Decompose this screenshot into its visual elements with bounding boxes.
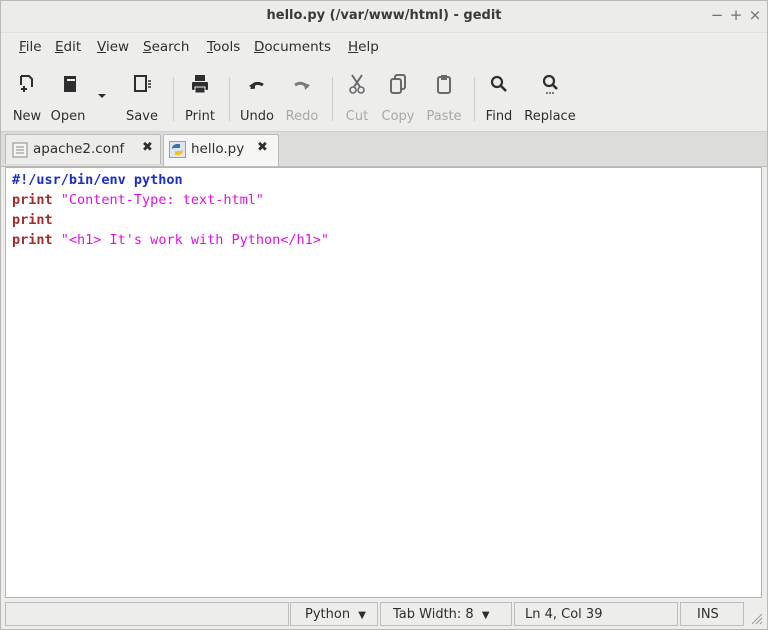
copy-button[interactable]: Copy <box>378 67 418 125</box>
menu-file-mnemonic: F <box>19 39 26 55</box>
menu-search[interactable]: Search <box>143 39 189 55</box>
code-content: #!/usr/bin/env python print "Content-Type… <box>12 170 329 250</box>
tab-hello-py[interactable]: hello.py ✖ <box>163 134 279 166</box>
text-editor[interactable]: #!/usr/bin/env python print "Content-Type… <box>5 167 762 598</box>
shebang: #!/usr/bin/env python <box>12 172 183 188</box>
menu-tools[interactable]: Tools <box>207 39 240 55</box>
language-selector[interactable]: Python ▼ <box>290 602 378 626</box>
menu-documents-label: ocuments <box>264 39 331 55</box>
paste-icon <box>422 73 466 97</box>
close-window-icon[interactable]: × <box>747 6 763 24</box>
replace-label: Replace <box>524 109 576 124</box>
tab-label: hello.py <box>191 141 245 157</box>
save-button[interactable]: Save <box>121 67 163 125</box>
close-tab-icon[interactable]: ✖ <box>257 140 268 155</box>
menu-help-mnemonic: H <box>348 39 359 55</box>
redo-icon <box>281 73 323 97</box>
text-file-icon <box>12 142 28 162</box>
printer-icon <box>179 73 221 97</box>
toolbar-separator <box>173 77 174 121</box>
menu-file[interactable]: File <box>19 39 42 55</box>
undo-label: Undo <box>240 109 274 124</box>
print-button[interactable]: Print <box>179 67 221 125</box>
menu-view[interactable]: View <box>97 39 129 55</box>
tab-apache2-conf[interactable]: apache2.conf ✖ <box>5 134 161 164</box>
toolbar-separator <box>332 77 333 121</box>
keyword: print <box>12 212 53 228</box>
redo-button[interactable]: Redo <box>281 67 323 125</box>
menu-file-label: ile <box>25 39 42 55</box>
string-literal: "<h1> It's work with Python</h1>" <box>60 232 329 248</box>
menu-view-label: iew <box>105 39 130 55</box>
find-label: Find <box>485 109 513 124</box>
paste-label: Paste <box>426 109 462 124</box>
open-label: Open <box>50 109 86 124</box>
menu-help[interactable]: Help <box>348 39 379 55</box>
insert-mode[interactable]: INS <box>680 602 744 626</box>
paste-button[interactable]: Paste <box>422 67 466 125</box>
copy-label: Copy <box>381 109 415 124</box>
keyword: print <box>12 192 53 208</box>
tab-width-label: Tab Width: 8 <box>393 607 474 622</box>
menu-documents[interactable]: Documents <box>254 39 331 55</box>
open-button[interactable]: Open <box>49 67 95 125</box>
tab-label: apache2.conf <box>33 141 125 157</box>
code-line-4: print "<h1> It's work with Python</h1>" <box>12 230 329 250</box>
python-file-icon <box>169 141 186 162</box>
find-replace-icon <box>521 73 579 97</box>
menu-view-mnemonic: V <box>97 39 106 55</box>
open-folder-icon <box>45 73 95 97</box>
open-recent-dropdown[interactable] <box>95 67 109 125</box>
maximize-icon[interactable]: + <box>728 6 744 24</box>
menu-bar: File Edit View Search Tools Documents He… <box>1 33 767 61</box>
toolbar: New Open Save Print Undo Redo Cut Copy P… <box>1 63 767 132</box>
window-title: hello.py (/var/www/html) - gedit <box>266 8 502 23</box>
menu-documents-mnemonic: D <box>254 39 265 55</box>
chevron-down-icon: ▼ <box>358 610 366 621</box>
menu-help-label: elp <box>358 39 379 55</box>
cut-label: Cut <box>345 109 369 124</box>
undo-button[interactable]: Undo <box>235 67 279 125</box>
redo-label: Redo <box>285 109 319 124</box>
code-line-1: #!/usr/bin/env python <box>12 170 329 190</box>
menu-search-label: earch <box>151 39 190 55</box>
document-tabs: apache2.conf ✖ hello.py ✖ <box>1 132 767 167</box>
cursor-position: Ln 4, Col 39 <box>514 602 678 626</box>
gedit-window: hello.py (/var/www/html) - gedit − + × F… <box>0 0 768 630</box>
menu-search-mnemonic: S <box>143 39 152 55</box>
code-line-3: print <box>12 210 329 230</box>
menu-edit-label: dit <box>63 39 82 55</box>
minimize-icon[interactable]: − <box>709 6 725 24</box>
search-icon <box>480 73 518 97</box>
close-tab-icon[interactable]: ✖ <box>142 140 153 155</box>
chevron-down-icon <box>95 89 109 113</box>
string-literal: "Content-Type: text-html" <box>60 192 264 208</box>
save-label: Save <box>126 109 158 124</box>
tab-width-selector[interactable]: Tab Width: 8 ▼ <box>380 602 512 626</box>
status-message <box>5 602 289 626</box>
menu-tools-label: ools <box>212 39 241 55</box>
title-bar[interactable]: hello.py (/var/www/html) - gedit − + × <box>1 1 767 33</box>
copy-icon <box>378 73 418 97</box>
cut-button[interactable]: Cut <box>338 67 376 125</box>
find-button[interactable]: Find <box>480 67 518 125</box>
save-icon <box>121 73 163 97</box>
status-bar: Python ▼ Tab Width: 8 ▼ Ln 4, Col 39 INS <box>1 600 767 629</box>
toolbar-separator <box>474 77 475 121</box>
code-line-2: print "Content-Type: text-html" <box>12 190 329 210</box>
new-document-icon <box>7 73 47 97</box>
replace-button[interactable]: Replace <box>521 67 579 125</box>
scissors-icon <box>338 73 376 97</box>
print-label: Print <box>185 109 215 124</box>
chevron-down-icon: ▼ <box>481 610 490 621</box>
menu-edit[interactable]: Edit <box>55 39 81 55</box>
menu-edit-mnemonic: E <box>55 39 64 55</box>
keyword: print <box>12 232 53 248</box>
resize-grip-icon[interactable] <box>749 611 763 625</box>
toolbar-separator <box>229 77 230 121</box>
undo-icon <box>235 73 279 97</box>
language-label: Python <box>305 607 351 622</box>
